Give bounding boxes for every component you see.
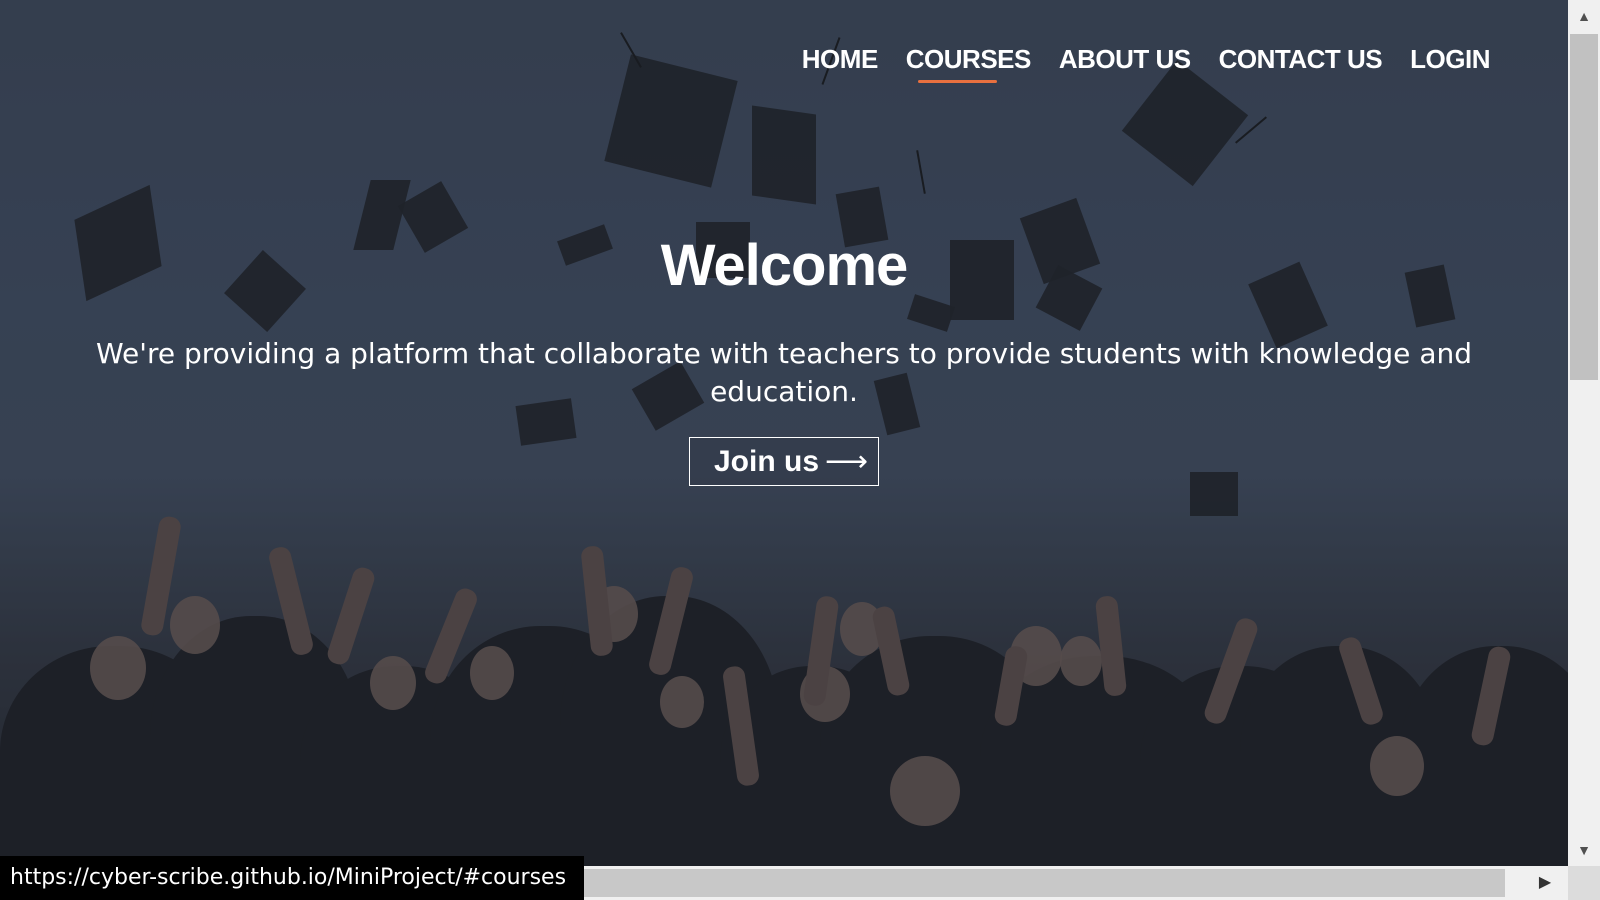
vertical-scrollbar-thumb[interactable] xyxy=(1570,34,1598,380)
nav-link-home[interactable]: HOME xyxy=(802,44,879,81)
hero-content: Welcome We're providing a platform that … xyxy=(0,232,1568,486)
arrow-right-icon: ⟶ xyxy=(825,445,869,478)
scroll-up-arrow-icon[interactable]: ▲ xyxy=(1568,0,1600,32)
main-navigation: HOME COURSES ABOUT US CONTACT US LOGIN xyxy=(802,44,1490,83)
nav-link-login[interactable]: LOGIN xyxy=(1410,44,1490,81)
horizontal-scrollbar-thumb[interactable] xyxy=(570,869,1505,897)
vertical-scrollbar[interactable]: ▲ ▼ xyxy=(1568,0,1600,866)
scroll-right-arrow-icon[interactable]: ▶ xyxy=(1530,866,1560,900)
nav-link-about-us[interactable]: ABOUT US xyxy=(1059,44,1191,81)
nav-link-courses[interactable]: COURSES xyxy=(906,44,1031,83)
scroll-down-arrow-icon[interactable]: ▼ xyxy=(1568,834,1600,866)
hero-title: Welcome xyxy=(660,233,909,298)
link-status-bar: https://cyber-scribe.github.io/MiniProje… xyxy=(0,856,585,900)
join-us-button[interactable]: Join us ⟶ xyxy=(688,437,880,486)
nav-link-contact-us[interactable]: CONTACT US xyxy=(1219,44,1383,81)
hero-description: We're providing a platform that collabor… xyxy=(95,337,1472,408)
hero-section: HOME COURSES ABOUT US CONTACT US LOGIN W… xyxy=(0,0,1568,866)
scrollbar-corner xyxy=(1568,866,1600,900)
join-us-label: Join us xyxy=(713,445,819,478)
